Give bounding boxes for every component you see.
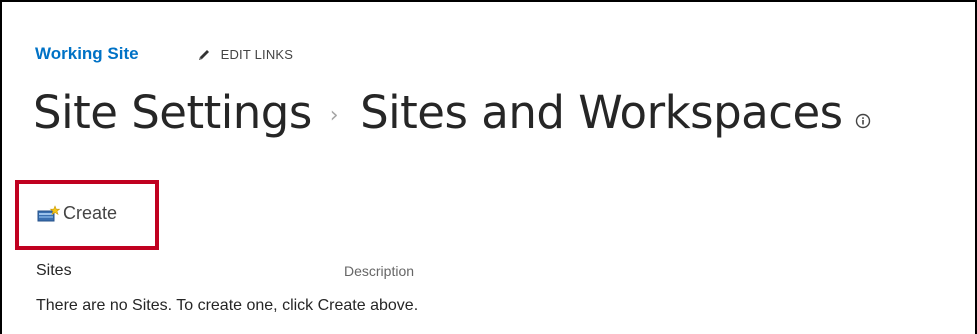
create-button[interactable]: Create	[37, 203, 117, 224]
info-icon[interactable]	[855, 113, 871, 129]
page-title: Site Settings › Sites and Workspaces	[33, 86, 871, 139]
top-nav: Working Site EDIT LINKS	[35, 44, 293, 64]
site-title-link[interactable]: Working Site	[35, 44, 139, 64]
column-header-sites[interactable]: Sites	[36, 262, 72, 280]
breadcrumb-separator: ›	[329, 103, 339, 128]
create-label: Create	[63, 203, 118, 223]
edit-links-label: EDIT LINKS	[220, 46, 294, 62]
create-site-icon	[37, 204, 61, 221]
empty-list-message: There are no Sites. To create one, click…	[36, 297, 419, 314]
column-header-description: Description	[344, 263, 415, 279]
edit-links-button[interactable]: EDIT LINKS	[197, 46, 294, 62]
pencil-icon	[198, 50, 209, 60]
breadcrumb-current: Sites and Workspaces	[360, 86, 843, 139]
breadcrumb-parent[interactable]: Site Settings	[33, 86, 312, 139]
